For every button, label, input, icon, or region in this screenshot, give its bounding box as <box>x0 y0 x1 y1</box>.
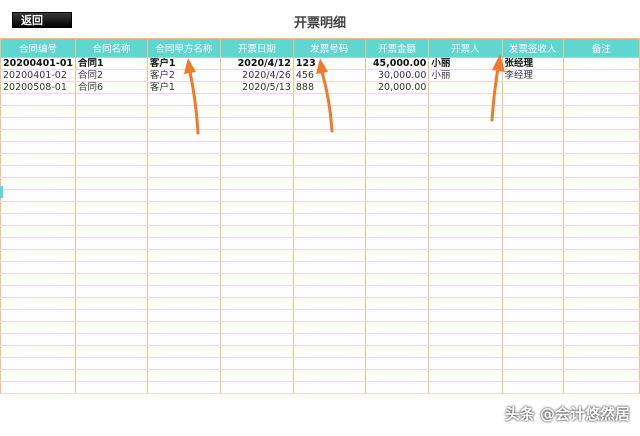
arrow-party-a-icon <box>184 58 200 135</box>
watermark: 头条 @会计悠然居 <box>504 405 630 423</box>
arrow-receiver-icon <box>490 54 505 122</box>
arrow-invoice-no-icon <box>316 58 334 133</box>
annotation-arrows <box>184 54 505 135</box>
